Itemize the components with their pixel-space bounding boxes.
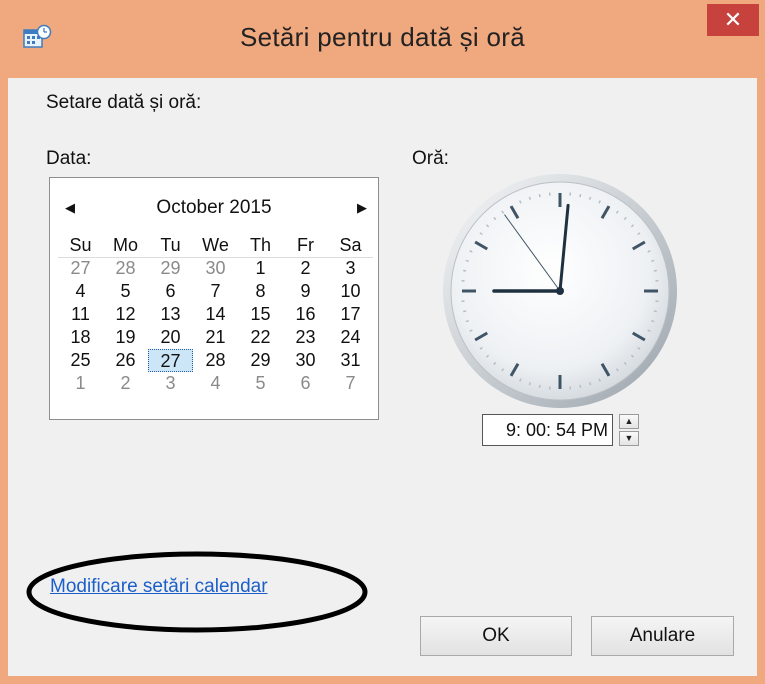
calendar-day[interactable]: 17 (328, 303, 373, 326)
calendar-day[interactable]: 6 (283, 372, 328, 395)
calendar-day[interactable]: 5 (238, 372, 283, 395)
weekday-header: Sa (339, 235, 362, 255)
calendar-day[interactable]: 4 (58, 280, 103, 303)
calendar-day[interactable]: 11 (58, 303, 103, 326)
minute-tick (651, 319, 655, 323)
next-month-button[interactable]: ▶ (352, 200, 372, 216)
chevron-right-icon: ▶ (357, 200, 367, 215)
minute-tick (528, 382, 532, 386)
weekday-header: Su (69, 235, 92, 255)
calendar-day[interactable]: 24 (328, 326, 373, 349)
calendar-day[interactable]: 1 (238, 257, 283, 280)
weekday-header: Tu (160, 235, 181, 255)
weekday-header: Fr (297, 235, 314, 255)
calendar-day[interactable]: 3 (328, 257, 373, 280)
change-calendar-settings-link[interactable]: Modificare setări calendar (50, 576, 268, 598)
calendar-day[interactable]: 18 (58, 326, 103, 349)
close-button[interactable]: ✕ (707, 4, 759, 36)
calendar-day[interactable]: 15 (238, 303, 283, 326)
calendar-day[interactable]: 7 (328, 372, 373, 395)
calendar-day[interactable]: 25 (58, 349, 103, 372)
calendar-day[interactable]: 27 (58, 257, 103, 280)
window-title: Setări pentru dată și oră (240, 22, 525, 52)
calendar-day[interactable]: 20 (148, 326, 193, 349)
date-label: Data: (46, 148, 92, 169)
calendar-day[interactable]: 7 (193, 280, 238, 303)
calendar-day[interactable]: 26 (103, 349, 148, 372)
calendar-day[interactable]: 6 (148, 280, 193, 303)
calendar-day[interactable]: 13 (148, 303, 193, 326)
calendar-day[interactable]: 31 (328, 349, 373, 372)
ok-button[interactable]: OK (420, 616, 572, 656)
calendar-day[interactable]: 10 (328, 280, 373, 303)
calendar-day[interactable]: 14 (193, 303, 238, 326)
minute-tick (588, 382, 592, 386)
section-heading: Setare dată și oră: (46, 92, 202, 113)
calendar-day[interactable]: 9 (283, 280, 328, 303)
calendar-day[interactable]: 28 (193, 349, 238, 372)
weekday-header: We (202, 235, 229, 255)
calendar-day[interactable]: 12 (103, 303, 148, 326)
analog-clock (443, 174, 677, 408)
minute-tick (463, 269, 467, 272)
weekday-header: Th (249, 235, 271, 255)
minute-tick (465, 259, 469, 263)
clock-center (556, 287, 564, 295)
time-decrement-button[interactable]: ▼ (619, 431, 639, 446)
minute-tick (538, 194, 541, 198)
time-increment-button[interactable]: ▲ (619, 414, 639, 429)
calendar-day[interactable]: 8 (238, 280, 283, 303)
calendar-day[interactable]: 22 (238, 326, 283, 349)
calendar-day-selected[interactable]: 27 (148, 349, 193, 372)
minute-tick (538, 384, 541, 388)
calendar-day[interactable]: 28 (103, 257, 148, 280)
calendar-day[interactable]: 3 (148, 372, 193, 395)
calendar-day[interactable]: 29 (148, 257, 193, 280)
minute-tick (579, 194, 582, 198)
calendar-day[interactable]: 4 (193, 372, 238, 395)
calendar-day[interactable]: 29 (238, 349, 283, 372)
calendar-day[interactable]: 19 (103, 326, 148, 349)
minute-tick (528, 196, 532, 200)
calendar-day[interactable]: 16 (283, 303, 328, 326)
minute-tick (653, 269, 657, 272)
calendar-day[interactable]: 5 (103, 280, 148, 303)
time-spinner[interactable]: ▲ ▼ (619, 414, 639, 446)
calendar-day[interactable]: 1 (58, 372, 103, 395)
calendar-day[interactable]: 2 (103, 372, 148, 395)
close-icon: ✕ (723, 7, 743, 32)
calendar-day[interactable]: 30 (283, 349, 328, 372)
minute-tick (653, 310, 657, 313)
time-input[interactable]: 9: 00: 54 PM (482, 414, 613, 446)
calendar-grid: Su Mo Tu We Th Fr Sa 27 28 29 30 1 2 3 4 5 6 7 8 9 10 11 12 13 1… (58, 234, 373, 395)
calendar-day[interactable]: 30 (193, 257, 238, 280)
calendar-month-title[interactable]: October 2015 (50, 197, 378, 219)
calendar-control[interactable]: ◀ October 2015 ▶ Su Mo Tu We Th Fr Sa 27 28 29 30 1… (49, 177, 379, 420)
cancel-button[interactable]: Anulare (591, 616, 734, 656)
arrow-up-icon: ▲ (624, 416, 634, 426)
dialog-window: Setări pentru dată și oră ✕ Setare dată … (0, 0, 765, 684)
title-bar[interactable]: Setări pentru dată și oră ✕ (0, 0, 765, 78)
calendar-day[interactable]: 2 (283, 257, 328, 280)
minute-tick (588, 196, 592, 200)
time-label: Oră: (412, 148, 449, 169)
minute-tick (579, 384, 582, 388)
minute-tick (465, 319, 469, 323)
weekday-header: Mo (112, 235, 138, 255)
calendar-day[interactable]: 23 (283, 326, 328, 349)
minute-tick (463, 310, 467, 313)
minute-tick (651, 259, 655, 263)
dialog-body: Setare dată și oră: Data: Oră: ◀ October… (8, 78, 757, 676)
arrow-down-icon: ▼ (624, 433, 634, 443)
calendar-day[interactable]: 21 (193, 326, 238, 349)
